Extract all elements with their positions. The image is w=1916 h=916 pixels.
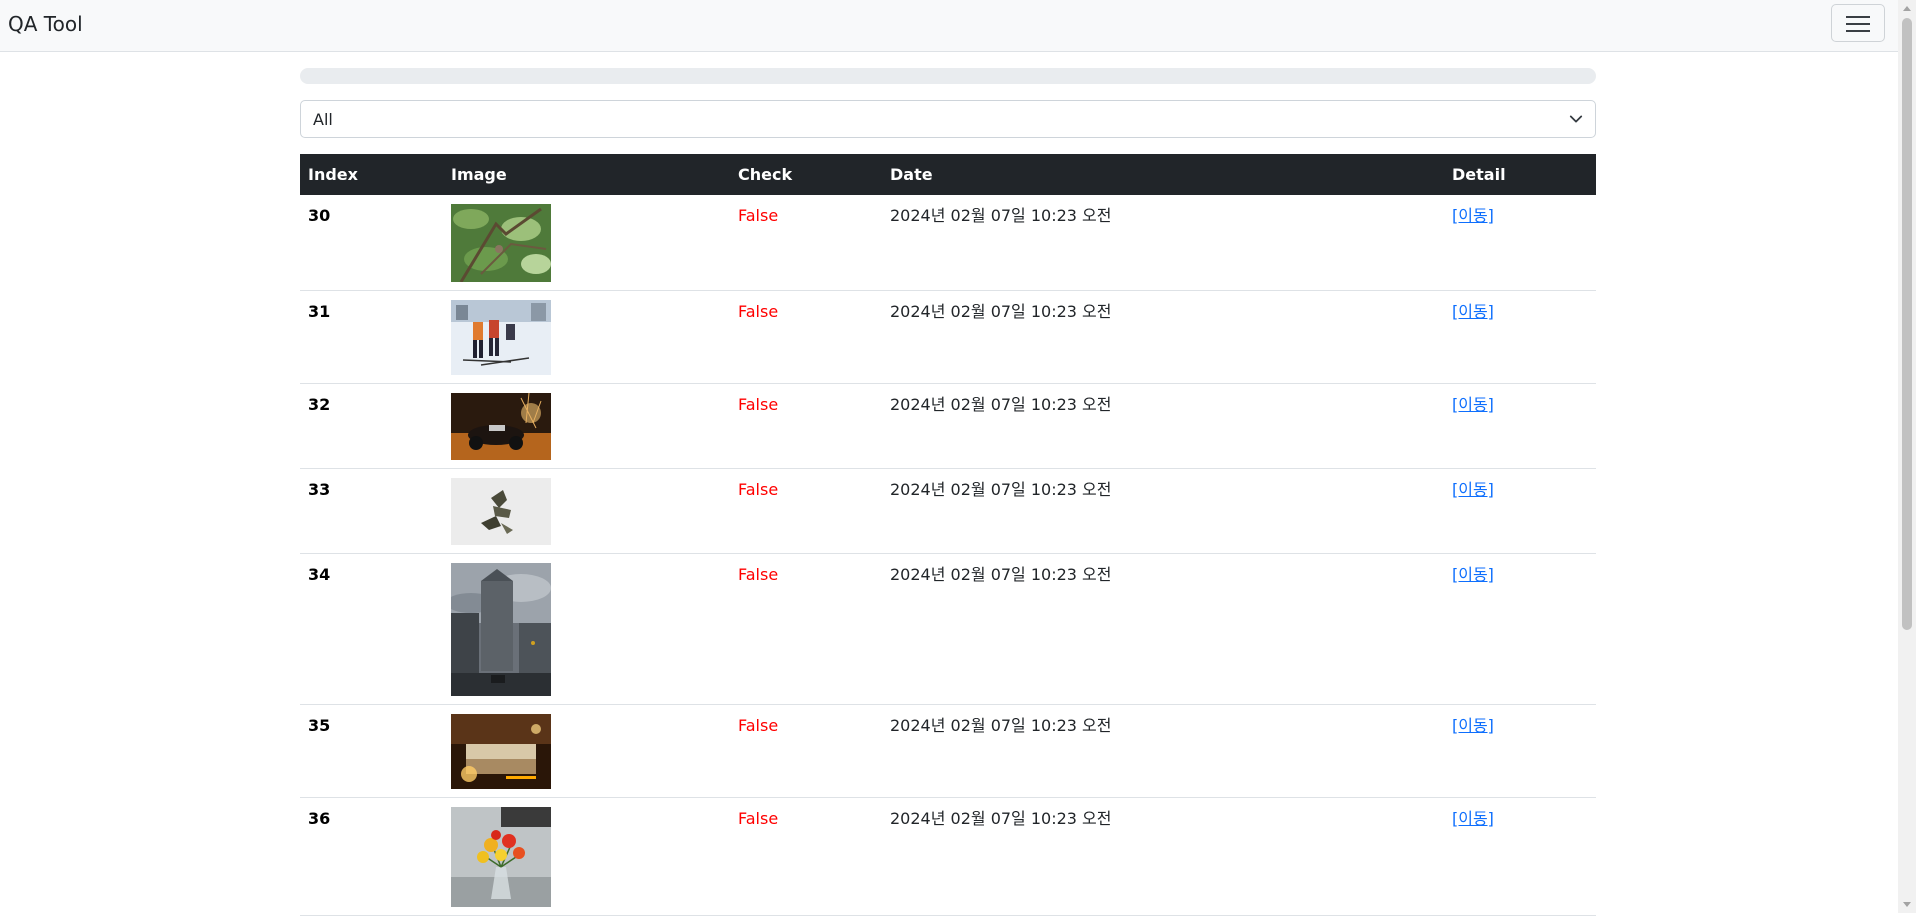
header-check: Check	[738, 165, 793, 184]
table-row: 32 False 2024년 02월 07일 10:23 오전 [이동]	[300, 383, 1596, 469]
detail-link[interactable]: [이동]	[1452, 206, 1494, 225]
vertical-scrollbar[interactable]	[1898, 0, 1916, 913]
row-date: 2024년 02월 07일 10:23 오전	[882, 468, 1444, 554]
row-date: 2024년 02월 07일 10:23 오전	[882, 797, 1444, 916]
results-table: Index Image Check Date Detail 30 False 2…	[300, 154, 1596, 916]
row-check: False	[730, 704, 882, 798]
detail-link[interactable]: [이동]	[1452, 809, 1494, 828]
row-check: False	[730, 383, 882, 469]
row-image-cell	[443, 704, 730, 798]
thumbnail-image[interactable]	[451, 478, 551, 545]
row-date: 2024년 02월 07일 10:23 오전	[882, 195, 1444, 291]
row-image-cell	[443, 195, 730, 291]
row-image-cell	[443, 290, 730, 384]
row-image-cell	[443, 797, 730, 916]
row-detail-cell: [이동]	[1444, 195, 1596, 291]
detail-link[interactable]: [이동]	[1452, 716, 1494, 735]
header-date: Date	[890, 165, 933, 184]
thumbnail-image[interactable]	[451, 393, 551, 460]
detail-link[interactable]: [이동]	[1452, 565, 1494, 584]
scroll-down-icon[interactable]	[1903, 902, 1911, 907]
row-index: 33	[300, 468, 443, 554]
row-index: 30	[300, 195, 443, 291]
navbar-toggler-button[interactable]	[1831, 4, 1885, 42]
row-index: 35	[300, 704, 443, 798]
table-row: 36 False 2024년 02월 07일 10:23 오전 [이동]	[300, 797, 1596, 916]
row-detail-cell: [이동]	[1444, 468, 1596, 554]
row-check: False	[730, 797, 882, 916]
filter-select[interactable]: All	[300, 100, 1596, 138]
header-index: Index	[308, 165, 358, 184]
detail-link[interactable]: [이동]	[1452, 302, 1494, 321]
row-image-cell	[443, 468, 730, 554]
detail-link[interactable]: [이동]	[1452, 480, 1494, 499]
row-date: 2024년 02월 07일 10:23 오전	[882, 553, 1444, 705]
thumbnail-image[interactable]	[451, 300, 551, 375]
top-navbar: QA Tool	[0, 0, 1898, 52]
table-row: 33 False 2024년 02월 07일 10:23 오전 [이동]	[300, 468, 1596, 554]
row-detail-cell: [이동]	[1444, 290, 1596, 384]
table-row: 34 False 2024년 02월 07일 10:23 오전 [이동]	[300, 553, 1596, 705]
thumbnail-image[interactable]	[451, 204, 551, 282]
row-index: 31	[300, 290, 443, 384]
table-row: 31 False 2024년 02월 07일 10:23 오전 [이동]	[300, 290, 1596, 384]
table-header-row: Index Image Check Date Detail	[300, 154, 1596, 195]
detail-link[interactable]: [이동]	[1452, 395, 1494, 414]
row-check: False	[730, 195, 882, 291]
filter-select-value: All	[313, 110, 333, 129]
row-detail-cell: [이동]	[1444, 553, 1596, 705]
row-image-cell	[443, 553, 730, 705]
row-detail-cell: [이동]	[1444, 383, 1596, 469]
progress-bar	[300, 68, 1596, 84]
row-date: 2024년 02월 07일 10:23 오전	[882, 290, 1444, 384]
row-index: 32	[300, 383, 443, 469]
row-index: 36	[300, 797, 443, 916]
header-image: Image	[451, 165, 507, 184]
app-brand[interactable]: QA Tool	[8, 12, 83, 36]
row-date: 2024년 02월 07일 10:23 오전	[882, 704, 1444, 798]
header-detail: Detail	[1452, 165, 1506, 184]
row-check: False	[730, 290, 882, 384]
thumbnail-image[interactable]	[451, 714, 551, 789]
scrollbar-thumb[interactable]	[1902, 18, 1912, 630]
row-detail-cell: [이동]	[1444, 797, 1596, 916]
row-image-cell	[443, 383, 730, 469]
table-row: 35 False 2024년 02월 07일 10:23 오전 [이동]	[300, 704, 1596, 798]
row-check: False	[730, 468, 882, 554]
row-check: False	[730, 553, 882, 705]
scroll-up-icon[interactable]	[1903, 6, 1911, 11]
row-date: 2024년 02월 07일 10:23 오전	[882, 383, 1444, 469]
chevron-down-icon	[1569, 115, 1583, 123]
table-row: 30 False 2024년 02월 07일 10:23 오전 [이동]	[300, 195, 1596, 291]
row-index: 34	[300, 553, 443, 705]
row-detail-cell: [이동]	[1444, 704, 1596, 798]
thumbnail-image[interactable]	[451, 807, 551, 907]
thumbnail-image[interactable]	[451, 563, 551, 696]
